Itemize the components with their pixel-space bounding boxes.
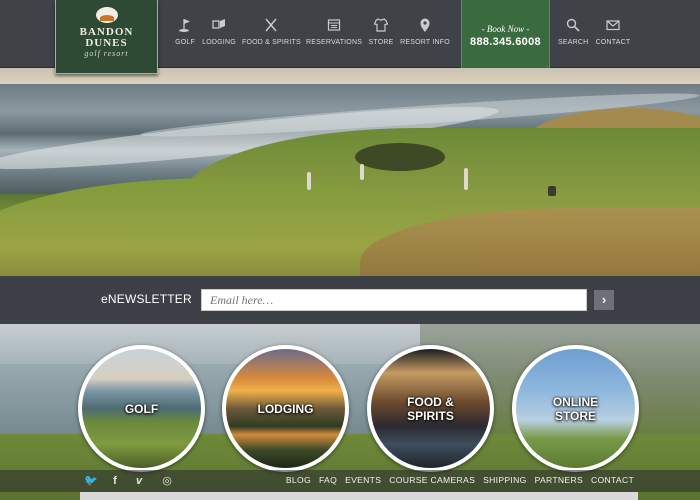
feature-label: LODGING [257, 402, 314, 416]
footer-link-blog[interactable]: BLOG [286, 475, 311, 485]
facebook-icon[interactable]: f [108, 474, 122, 488]
nav-label: FOOD & SPIRITS [242, 39, 301, 46]
nav-label: SEARCH [558, 39, 589, 46]
nav-label: RESORT INFO [400, 39, 450, 46]
footer-link-partners[interactable]: PARTNERS [535, 475, 583, 485]
nav-label: STORE [368, 39, 394, 46]
footer-links: BLOG FAQ EVENTS COURSE CAMERAS SHIPPING … [286, 475, 634, 485]
logo-text-line2: DUNES [85, 37, 128, 49]
envelope-icon [605, 17, 621, 33]
feature-label: GOLF [124, 402, 159, 416]
nav-lodging[interactable]: LODGING [202, 0, 236, 68]
lodging-icon [211, 17, 227, 33]
nav-resort-info[interactable]: RESORT INFO [400, 0, 450, 68]
footer-link-shipping[interactable]: SHIPPING [483, 475, 526, 485]
newsletter-submit-button[interactable]: › [594, 290, 614, 310]
footer-link-events[interactable]: EVENTS [345, 475, 381, 485]
nav-label: GOLF [175, 39, 195, 46]
footer-link-faq[interactable]: FAQ [319, 475, 337, 485]
nav-label: RESERVATIONS [306, 39, 363, 46]
book-now-button[interactable]: - Book Now - 888.345.6008 [461, 0, 550, 68]
vimeo-icon[interactable]: v [132, 474, 146, 488]
footer-link-course-cameras[interactable]: COURSE CAMERAS [389, 475, 475, 485]
search-icon [565, 17, 581, 33]
footer-link-contact[interactable]: CONTACT [591, 475, 634, 485]
nav-golf[interactable]: GOLF [170, 0, 200, 68]
nav-food-spirits[interactable]: FOOD & SPIRITS [242, 0, 301, 68]
feature-label-line2: STORE [554, 409, 597, 423]
feature-label-line1: ONLINE [552, 395, 599, 409]
golf-flag-icon [177, 17, 193, 33]
nav-search[interactable]: SEARCH [558, 0, 588, 68]
brand-logo[interactable]: BANDON DUNES golf resort [55, 0, 158, 74]
feature-online-store[interactable]: ONLINE STORE [512, 345, 639, 472]
feature-label-line2: SPIRITS [407, 409, 454, 423]
calendar-icon [326, 17, 342, 33]
book-now-phone: 888.345.6008 [470, 36, 541, 48]
nav-store[interactable]: STORE [366, 0, 396, 68]
page: BANDON DUNES golf resort GOLF LODGING FO… [0, 0, 700, 500]
footer-strip [80, 492, 638, 500]
site-header: BANDON DUNES golf resort GOLF LODGING FO… [0, 0, 700, 74]
instagram-icon[interactable]: ◎ [160, 474, 174, 488]
feature-golf[interactable]: GOLF [78, 345, 205, 472]
feature-lodging[interactable]: LODGING [222, 345, 349, 472]
logo-tagline: golf resort [84, 49, 129, 58]
newsletter-email-input[interactable] [201, 289, 587, 311]
nav-contact[interactable]: CONTACT [595, 0, 631, 68]
nav-label: LODGING [202, 39, 236, 46]
twitter-icon[interactable]: 🐦 [84, 474, 98, 488]
fork-knife-icon [263, 17, 279, 33]
nav-reservations[interactable]: RESERVATIONS [306, 0, 362, 68]
hero-image [0, 68, 700, 276]
feature-label-line1: FOOD & [407, 395, 454, 409]
shirt-icon [373, 17, 389, 33]
logo-emblem-icon [92, 7, 122, 25]
newsletter-label: eNEWSLETTER [101, 292, 192, 306]
map-pin-icon [417, 17, 433, 33]
nav-label: CONTACT [595, 39, 631, 46]
feature-food-spirits[interactable]: FOOD & SPIRITS [367, 345, 494, 472]
book-now-label: - Book Now - [481, 24, 530, 34]
